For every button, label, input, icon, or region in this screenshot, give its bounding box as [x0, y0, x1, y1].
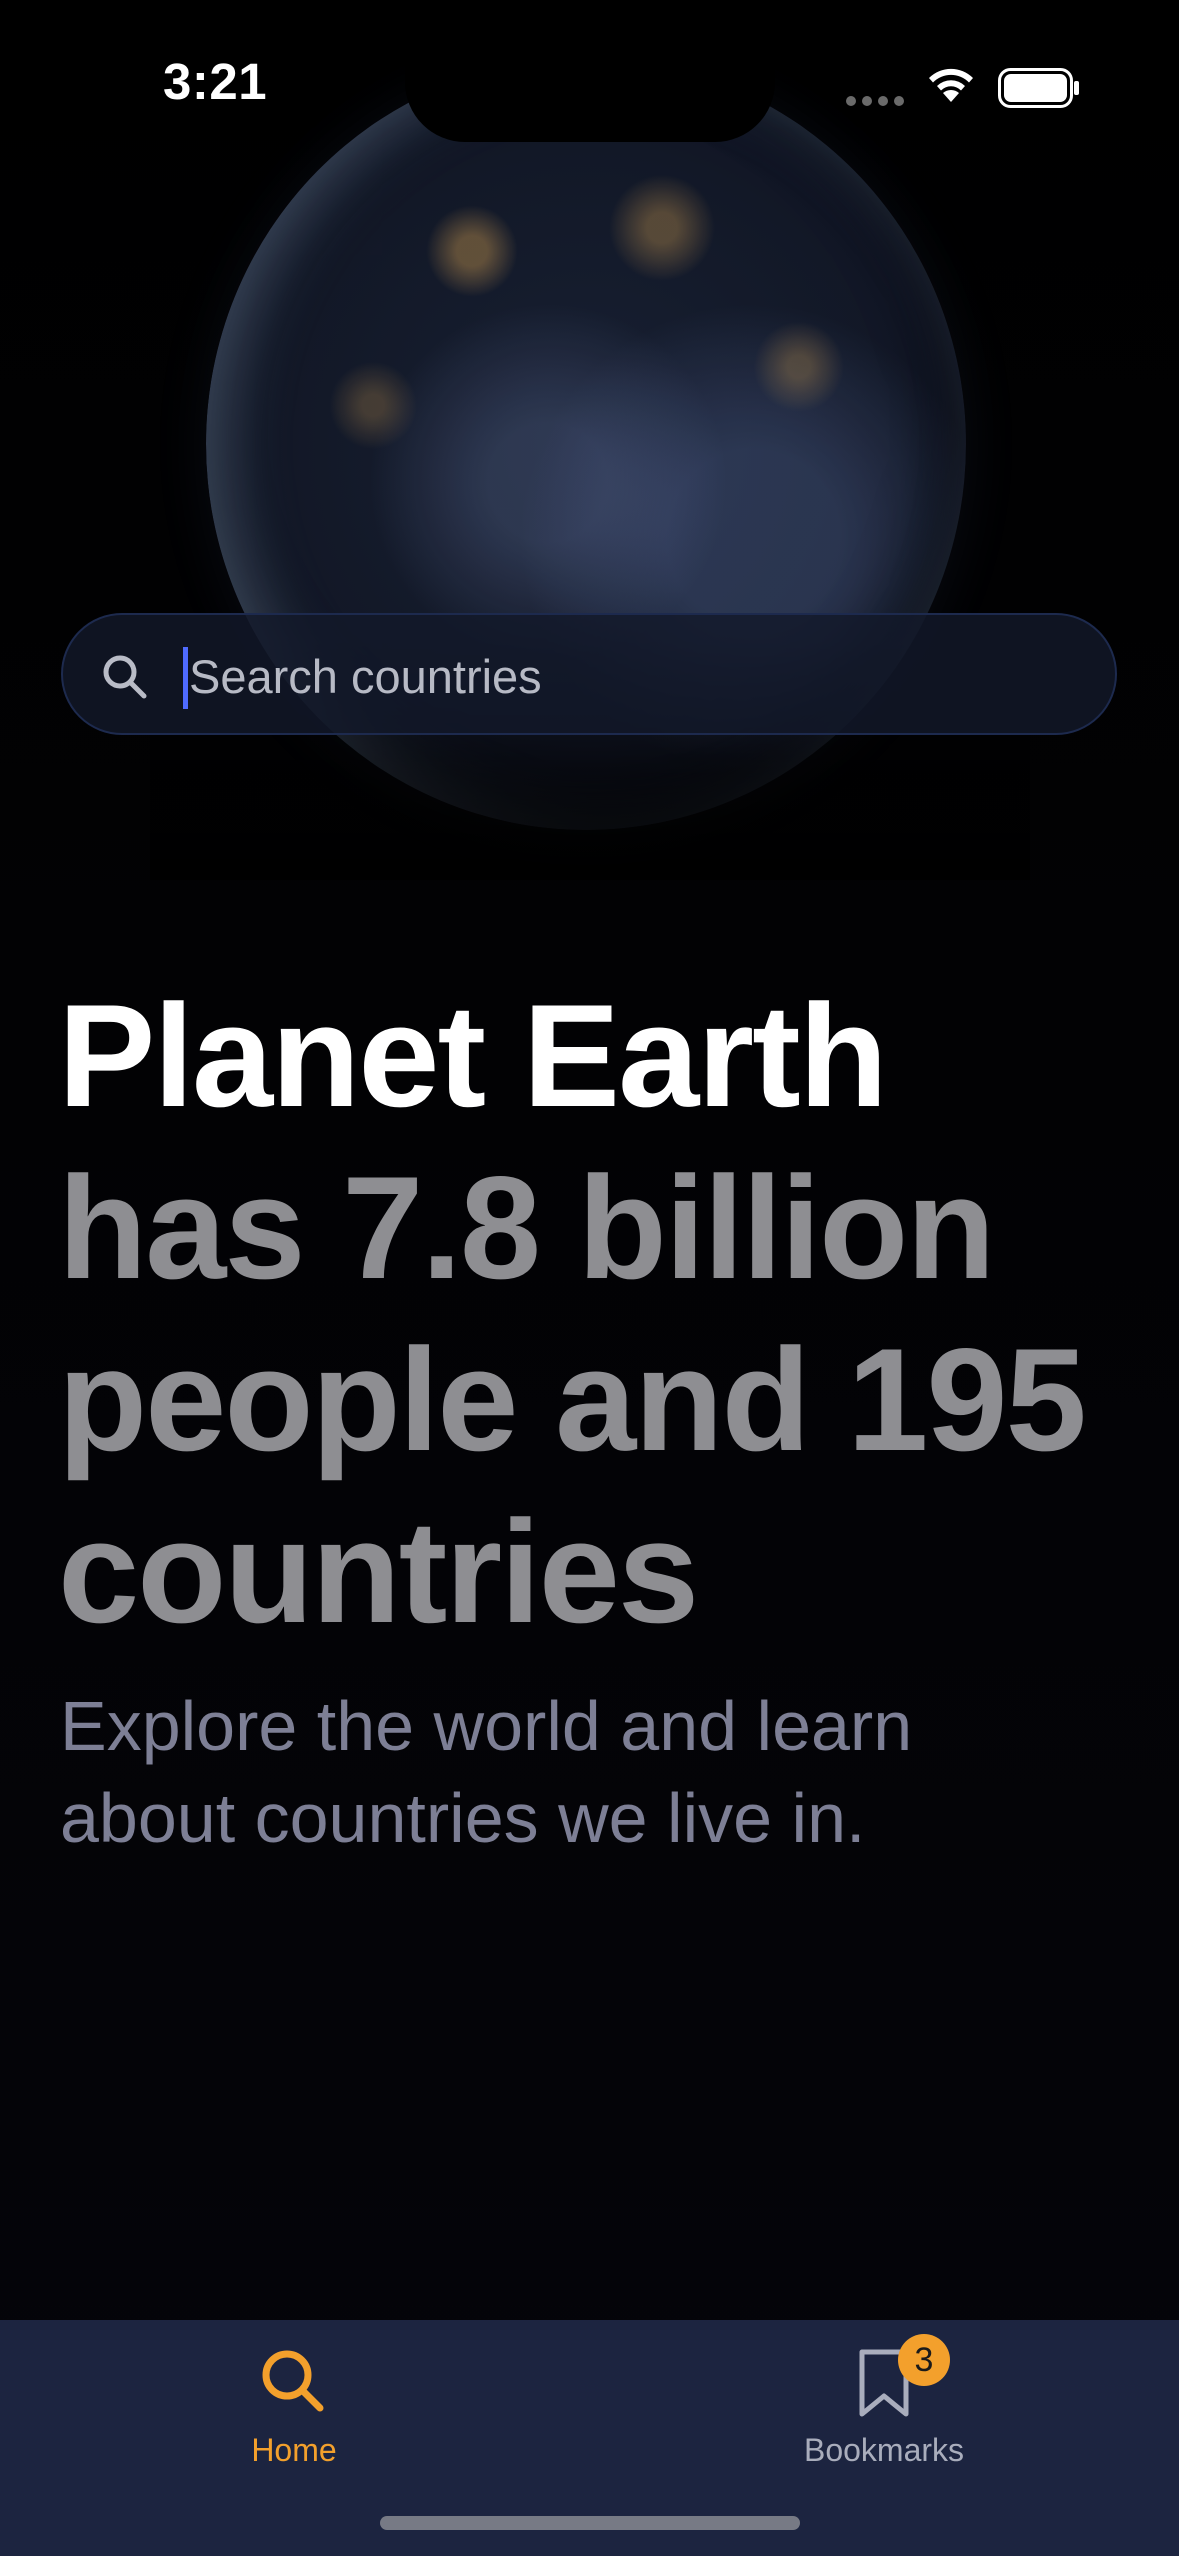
headline-title: Planet Earth — [58, 974, 888, 1137]
tab-home[interactable]: Home — [144, 2320, 444, 2480]
headline-stats: has 7.8 billion people and 195 countries — [58, 1146, 1087, 1653]
wifi-icon — [929, 68, 973, 102]
page-subtitle: Explore the world and learn about countr… — [60, 1687, 913, 1857]
tab-bookmarks-label: Bookmarks — [803, 2432, 965, 2468]
headline: Planet Earth has 7.8 billion people and … — [58, 970, 1138, 1658]
search-bar[interactable] — [61, 613, 1117, 735]
cellular-signal-icon — [846, 96, 906, 106]
search-icon — [262, 2350, 324, 2412]
home-indicator[interactable] — [380, 2516, 800, 2530]
tab-bookmarks[interactable]: 3 Bookmarks — [734, 2320, 1034, 2480]
status-bar: 3:21 — [0, 0, 1179, 150]
home-screen: 3:21 Planet Earth has 7.8 billio — [0, 0, 1179, 2556]
tab-home-label: Home — [251, 2432, 337, 2468]
search-icon — [103, 655, 147, 699]
status-time: 3:21 — [163, 53, 268, 110]
battery-icon — [998, 68, 1079, 108]
search-input[interactable] — [185, 637, 1069, 715]
bookmarks-count-badge: 3 — [898, 2334, 950, 2386]
device-notch — [405, 0, 775, 142]
